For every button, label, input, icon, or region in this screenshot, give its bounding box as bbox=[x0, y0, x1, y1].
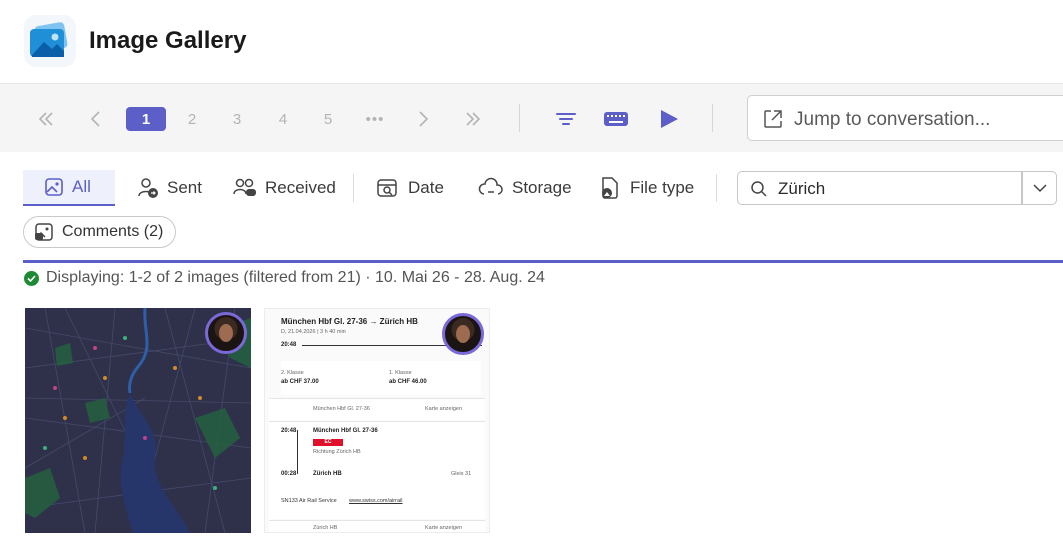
page-button-5[interactable]: 5 bbox=[318, 107, 338, 131]
person-send-icon bbox=[138, 178, 158, 198]
check-circle-icon bbox=[24, 270, 39, 286]
filter-lines-icon[interactable] bbox=[554, 104, 578, 134]
gallery-app-icon bbox=[24, 15, 76, 67]
segment-time-2: 00:28 bbox=[281, 471, 297, 477]
segment-platform: Gleis 31 bbox=[451, 471, 472, 477]
stop-origin: München Hbf Gl. 27-36 bbox=[313, 406, 370, 412]
segment-note: SN133 Air Rail Service bbox=[281, 498, 337, 504]
page-button-4[interactable]: 4 bbox=[273, 107, 293, 131]
page-button-2[interactable]: 2 bbox=[182, 107, 202, 131]
last-page-icon[interactable] bbox=[461, 104, 485, 134]
ticket-stop-row: Zürich HB Karte anzeigen bbox=[269, 520, 485, 532]
fare-class-1-price: ab CHF 46.00 bbox=[389, 379, 427, 385]
tab-date-label: Date bbox=[408, 178, 444, 197]
jump-to-conversation-input[interactable]: Jump to conversation... bbox=[747, 95, 1063, 141]
people-chat-icon bbox=[233, 178, 256, 196]
next-page-icon[interactable] bbox=[411, 104, 435, 134]
ticket-segment: 20:48 München Hbf Gl. 27-36 EC Richtung … bbox=[269, 421, 485, 519]
tab-sent-label: Sent bbox=[167, 178, 202, 197]
map-link: Karte anzeigen bbox=[425, 406, 462, 412]
comments-chip-label: Comments (2) bbox=[62, 223, 164, 240]
search-value: Zürich bbox=[778, 179, 826, 198]
calendar-search-icon bbox=[377, 179, 397, 197]
fare-options bbox=[281, 361, 481, 395]
avatar bbox=[205, 312, 247, 354]
search-input[interactable]: Zürich bbox=[737, 171, 1022, 205]
status-text: Displaying: 1-2 of 2 images (filtered fr… bbox=[46, 269, 545, 286]
ticket-date: D, 21.04.2026 | 3 h 40 min bbox=[281, 329, 346, 335]
tab-sent[interactable]: Sent bbox=[137, 170, 202, 206]
page-button-3[interactable]: 3 bbox=[227, 107, 247, 131]
tab-storage[interactable]: Storage bbox=[478, 170, 572, 206]
send-icon[interactable] bbox=[657, 104, 681, 134]
ticket-title: München Hbf Gl. 27-36 → Zürich HB bbox=[281, 317, 418, 326]
fare-class-2: 2. Klasse bbox=[281, 370, 304, 376]
open-external-icon bbox=[764, 110, 782, 128]
image-comment-icon bbox=[35, 223, 53, 241]
image-thumbnail-map[interactable] bbox=[25, 308, 251, 533]
file-image-icon bbox=[602, 177, 618, 199]
keyboard-icon[interactable] bbox=[603, 104, 629, 134]
pagination-ellipsis[interactable]: ••• bbox=[360, 107, 390, 131]
app-header: Image Gallery bbox=[0, 0, 1063, 84]
search-icon bbox=[751, 181, 767, 197]
ticket-stop-row: München Hbf Gl. 27-36 Karte anzeigen bbox=[269, 398, 485, 420]
filter-divider bbox=[353, 174, 354, 202]
segment-line bbox=[297, 430, 298, 474]
tab-file-type[interactable]: File type bbox=[598, 170, 694, 206]
fare-class-2-price: ab CHF 37.00 bbox=[281, 379, 319, 385]
ticket-depart-time: 20:48 bbox=[281, 342, 297, 348]
first-page-icon[interactable] bbox=[34, 104, 58, 134]
comments-filter-chip[interactable]: Comments (2) bbox=[23, 216, 177, 248]
chevron-down-icon bbox=[1032, 184, 1047, 193]
filter-divider bbox=[716, 174, 717, 202]
fare-class-1: 1. Klasse bbox=[389, 370, 412, 376]
search-dropdown-button[interactable] bbox=[1022, 171, 1057, 205]
jump-placeholder: Jump to conversation... bbox=[794, 109, 991, 130]
avatar bbox=[442, 313, 484, 355]
results-divider bbox=[23, 260, 1063, 263]
segment-to: Zürich HB bbox=[313, 471, 342, 477]
segment-from: München Hbf Gl. 27-36 bbox=[313, 428, 378, 434]
previous-page-icon[interactable] bbox=[84, 104, 108, 134]
tab-storage-label: Storage bbox=[512, 178, 572, 197]
segment-time-1: 20:48 bbox=[281, 428, 297, 434]
tab-all[interactable]: All bbox=[23, 170, 115, 206]
image-thumbnail-ticket[interactable]: München Hbf Gl. 27-36 → Zürich HB D, 21.… bbox=[264, 308, 490, 533]
results-status: Displaying: 1-2 of 2 images (filtered fr… bbox=[24, 269, 545, 287]
tab-all-label: All bbox=[72, 177, 91, 196]
segment-note-link: www.swiss.com/airrail bbox=[349, 498, 403, 504]
train-badge: EC bbox=[313, 439, 343, 446]
tab-received[interactable]: Received bbox=[233, 170, 336, 206]
toolbar-divider bbox=[519, 104, 520, 132]
image-icon bbox=[45, 178, 63, 196]
tab-date[interactable]: Date bbox=[376, 170, 444, 206]
cloud-link-icon bbox=[478, 177, 503, 195]
stop-destination: Zürich HB bbox=[313, 525, 338, 531]
tab-received-label: Received bbox=[265, 178, 336, 197]
map-link: Karte anzeigen bbox=[425, 525, 462, 531]
page-button-1[interactable]: 1 bbox=[126, 107, 166, 131]
tab-file-type-label: File type bbox=[630, 178, 695, 197]
toolbar-divider bbox=[712, 104, 713, 132]
page-title: Image Gallery bbox=[89, 27, 247, 54]
segment-direction: Richtung Zürich HB bbox=[313, 449, 361, 455]
